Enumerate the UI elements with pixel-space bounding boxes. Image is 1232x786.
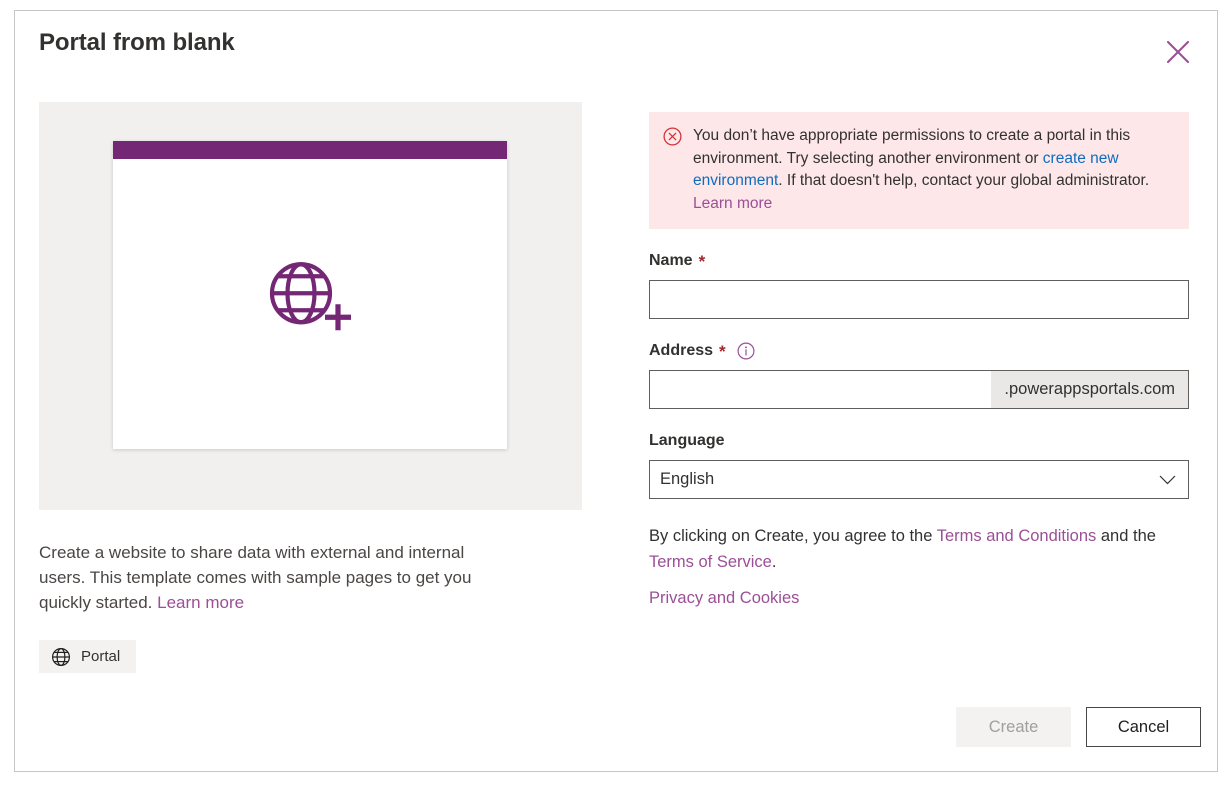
permissions-error-banner: You don’t have appropriate permissions t…	[649, 112, 1189, 229]
cancel-button[interactable]: Cancel	[1086, 707, 1201, 747]
language-select[interactable]: English	[649, 460, 1189, 499]
chevron-down-icon	[1159, 474, 1176, 485]
terms-of-service-link[interactable]: Terms of Service	[649, 553, 772, 571]
close-button[interactable]	[1157, 31, 1199, 73]
description-text: Create a website to share data with exte…	[39, 543, 472, 612]
left-panel: Create a website to share data with exte…	[39, 102, 582, 673]
error-message: You don’t have appropriate permissions t…	[693, 125, 1175, 215]
close-icon	[1164, 38, 1192, 66]
dialog-header: Portal from blank	[15, 11, 1217, 81]
language-selected-value: English	[660, 470, 715, 488]
description-learn-more-link[interactable]: Learn more	[157, 593, 244, 612]
address-input[interactable]	[650, 371, 992, 408]
privacy-line: Privacy and Cookies	[649, 589, 1189, 608]
address-required-marker: *	[719, 341, 726, 361]
terms-and-conditions-link[interactable]: Terms and Conditions	[937, 527, 1097, 545]
language-label: Language	[649, 432, 725, 449]
portal-from-blank-dialog: Portal from blank Create a website to sh…	[14, 10, 1218, 772]
address-label: Address	[649, 342, 714, 359]
language-field-group: Language English	[649, 432, 1189, 499]
name-label-row: Name *	[649, 252, 1189, 270]
privacy-and-cookies-link[interactable]: Privacy and Cookies	[649, 589, 799, 607]
terms-suffix: .	[771, 553, 777, 571]
preview-card	[113, 141, 507, 449]
template-tag-portal: Portal	[39, 640, 137, 673]
name-field-group: Name *	[649, 252, 1189, 319]
globe-plus-icon	[264, 257, 356, 339]
address-label-row: Address *	[649, 342, 1189, 360]
dialog-footer: Create Cancel	[956, 707, 1201, 747]
name-input[interactable]	[649, 280, 1189, 319]
language-label-row: Language	[649, 432, 1189, 450]
template-description: Create a website to share data with exte…	[39, 540, 509, 615]
error-text-part2: . If that doesn't help, contact your glo…	[778, 172, 1150, 189]
terms-middle: and the	[1096, 527, 1156, 545]
address-input-wrapper: .powerappsportals.com	[649, 370, 1189, 409]
info-circle-icon[interactable]	[737, 342, 755, 360]
globe-icon	[51, 647, 71, 667]
address-domain-suffix: .powerappsportals.com	[991, 371, 1188, 408]
name-required-marker: *	[698, 251, 706, 271]
template-preview	[39, 102, 582, 510]
terms-prefix: By clicking on Create, you agree to the	[649, 527, 937, 545]
terms-text: By clicking on Create, you agree to the …	[649, 523, 1189, 575]
page-title: Portal from blank	[39, 29, 235, 56]
preview-top-bar	[113, 141, 507, 159]
right-panel: You don’t have appropriate permissions t…	[649, 112, 1189, 608]
address-field-group: Address * .powerappsportals.com	[649, 342, 1189, 409]
template-tag-label: Portal	[81, 648, 121, 665]
create-button[interactable]: Create	[956, 707, 1071, 747]
error-circle-x-icon	[663, 125, 682, 215]
name-label: Name	[649, 252, 693, 269]
error-learn-more-link[interactable]: Learn more	[693, 195, 772, 212]
